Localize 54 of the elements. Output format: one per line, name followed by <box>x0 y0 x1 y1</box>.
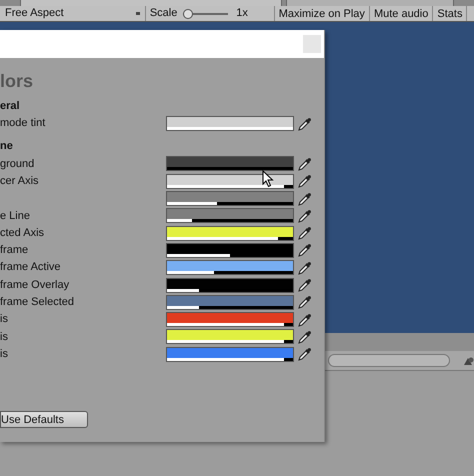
toolbar-button[interactable]: Stats <box>432 6 466 21</box>
color-swatch[interactable] <box>166 116 294 132</box>
field-label: is <box>0 346 9 362</box>
field-label: mode tint <box>0 116 46 132</box>
eyedropper-icon[interactable] <box>298 192 312 206</box>
color-swatch[interactable] <box>166 191 294 206</box>
color-swatch[interactable] <box>166 294 294 310</box>
field-label: is <box>0 312 9 328</box>
caret-icon <box>136 12 140 15</box>
eyedropper-icon[interactable] <box>298 116 312 131</box>
eyedropper-icon[interactable] <box>298 156 312 171</box>
mouse-cursor-icon <box>262 170 274 188</box>
eyedropper-icon[interactable] <box>298 243 312 258</box>
field-label: is <box>0 330 9 345</box>
search-field[interactable] <box>328 354 450 367</box>
eyedropper-icon[interactable] <box>298 260 312 275</box>
aspect-dropdown[interactable]: Free Aspect <box>0 6 146 21</box>
field-label: frame Active <box>0 260 62 276</box>
eyedropper-icon[interactable] <box>298 174 312 188</box>
scale-label: Scale <box>150 6 178 22</box>
field-label: frame <box>0 243 30 258</box>
eyedropper-icon[interactable] <box>298 226 312 240</box>
use-defaults-button[interactable]: Use Defaults <box>0 410 88 428</box>
eyedropper-icon[interactable] <box>298 312 312 327</box>
eyedropper-icon[interactable] <box>298 278 312 292</box>
field-label: ground <box>0 156 36 172</box>
toolbar-button[interactable]: Maximize on Play <box>274 6 369 21</box>
color-swatch[interactable] <box>166 346 294 362</box>
eyedropper-icon[interactable] <box>298 295 312 310</box>
scale-value: 1x <box>236 6 249 22</box>
color-swatch[interactable] <box>166 242 294 258</box>
eyedropper-icon[interactable] <box>298 330 312 344</box>
field-label: frame Overlay <box>0 278 70 293</box>
color-swatch[interactable] <box>166 260 294 276</box>
color-swatch[interactable] <box>166 329 294 344</box>
color-swatch[interactable] <box>166 312 294 328</box>
scale-slider[interactable] <box>183 8 228 18</box>
color-swatch[interactable] <box>166 278 294 293</box>
section-heading: eral <box>0 100 21 113</box>
color-swatch[interactable] <box>166 174 294 189</box>
field-label: cted Axis <box>0 226 46 241</box>
field-label: e Line <box>0 208 31 224</box>
field-label: cer Axis <box>0 174 40 189</box>
section-heading: ne <box>0 140 14 154</box>
color-swatch[interactable] <box>166 156 294 172</box>
color-swatch[interactable] <box>166 208 294 224</box>
page-heading: lors <box>0 70 34 92</box>
eyedropper-icon[interactable] <box>298 208 312 223</box>
toolbar-button[interactable]: Mute audio <box>368 6 432 21</box>
shapes-icon[interactable] <box>464 356 474 364</box>
field-label: frame Selected <box>0 295 75 310</box>
color-swatch[interactable] <box>166 226 294 241</box>
slider-thumb[interactable] <box>183 8 194 18</box>
eyedropper-icon[interactable] <box>298 347 312 362</box>
